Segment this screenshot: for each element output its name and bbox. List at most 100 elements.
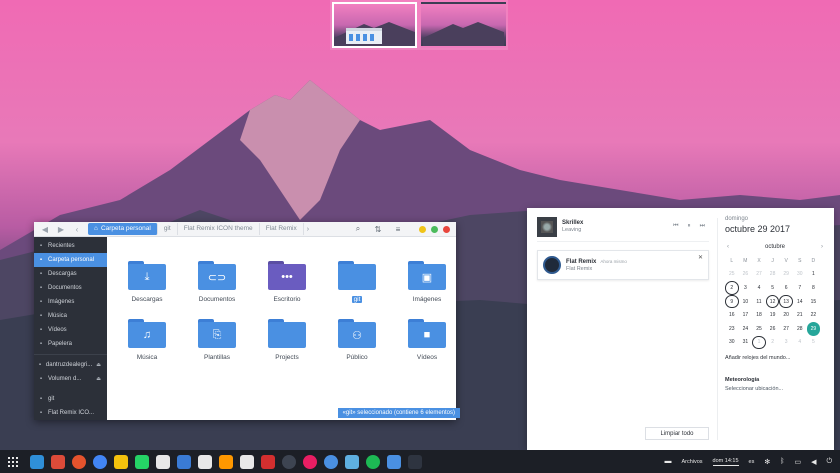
sidebar-item-3[interactable]: ▪ Documentos bbox=[34, 281, 107, 295]
close-button[interactable] bbox=[443, 225, 450, 233]
pause-icon[interactable]: ⏸ bbox=[688, 223, 691, 230]
calendar-day[interactable]: 29 bbox=[779, 268, 793, 282]
clear-all-button[interactable]: Limpiar todo bbox=[645, 427, 709, 440]
calendar-day[interactable]: 31 bbox=[739, 336, 753, 350]
calendar-day[interactable]: 4 bbox=[752, 281, 766, 295]
calendar-day[interactable]: 2 bbox=[725, 281, 739, 295]
dock-app-8-icon[interactable] bbox=[198, 454, 212, 469]
dock-app-2-icon[interactable] bbox=[72, 454, 86, 469]
calendar-day[interactable]: 8 bbox=[807, 281, 821, 295]
dock-app-5-icon[interactable] bbox=[135, 454, 149, 469]
file-item[interactable]: ⎘ Plantillas bbox=[182, 319, 252, 371]
display-icon[interactable]: ▭ bbox=[794, 458, 801, 466]
calendar-day[interactable]: 20 bbox=[779, 308, 793, 322]
calendar-day[interactable]: 6 bbox=[779, 281, 793, 295]
bluetooth-icon[interactable]: ᛒ bbox=[780, 458, 784, 465]
path-right-icon[interactable]: › bbox=[304, 226, 312, 233]
calendar-day[interactable]: 19 bbox=[766, 308, 780, 322]
sidebar-item-7[interactable]: ▪ Papelera bbox=[34, 337, 107, 351]
calendar-day[interactable]: 25 bbox=[725, 268, 739, 282]
dock-app-13-icon[interactable] bbox=[303, 454, 317, 469]
calendar-day[interactable]: 4 bbox=[793, 336, 807, 350]
back-icon[interactable]: ◀ bbox=[40, 223, 50, 235]
files-app-label[interactable]: Archivos bbox=[681, 459, 702, 465]
calendar-day[interactable]: 30 bbox=[725, 336, 739, 350]
file-item[interactable]: ■ Vídeos bbox=[392, 319, 462, 371]
calendar-day[interactable]: 5 bbox=[766, 281, 780, 295]
eject-icon[interactable]: ⏏ bbox=[96, 362, 101, 368]
sidebar-item-9[interactable]: ▪ Volumen d... ⏏ bbox=[34, 372, 107, 386]
dock-app-7-icon[interactable] bbox=[177, 454, 191, 469]
crumb-home[interactable]: ⌂ Carpeta personal bbox=[88, 223, 158, 235]
calendar-day[interactable]: 28 bbox=[793, 322, 807, 336]
calendar-day[interactable]: 24 bbox=[739, 322, 753, 336]
file-item[interactable]: ⤓ Descargas bbox=[112, 261, 182, 313]
file-item[interactable]: git bbox=[322, 261, 392, 313]
dock-app-9-icon[interactable] bbox=[219, 454, 233, 469]
dock-app-15-icon[interactable] bbox=[345, 454, 359, 469]
calendar-day[interactable]: 1 bbox=[807, 268, 821, 282]
show-apps-icon[interactable] bbox=[8, 456, 18, 467]
clock[interactable]: dom 14:15 bbox=[712, 458, 739, 466]
crumb-flat-remix[interactable]: Flat Remix bbox=[260, 223, 304, 235]
calendar-day[interactable]: 27 bbox=[779, 322, 793, 336]
sidebar-item-0[interactable]: ▪ Recientes bbox=[34, 239, 107, 253]
file-item[interactable]: ♫ Música bbox=[112, 319, 182, 371]
dock-app-4-icon[interactable] bbox=[114, 454, 128, 469]
file-item[interactable]: Projects bbox=[252, 319, 322, 371]
calendar-day[interactable]: 9 bbox=[725, 294, 739, 309]
dock-app-16-icon[interactable] bbox=[366, 454, 380, 469]
calendar-day[interactable]: 7 bbox=[793, 281, 807, 295]
select-location-link[interactable]: Seleccionar ubicación... bbox=[725, 386, 825, 392]
sidebar-item-8[interactable]: ▪ dantruzdealegri... ⏏ bbox=[34, 358, 107, 372]
calendar-day[interactable]: 30 bbox=[793, 268, 807, 282]
calendar-day[interactable]: 22 bbox=[807, 308, 821, 322]
calendar-day[interactable]: 3 bbox=[739, 281, 753, 295]
calendar-day[interactable]: 2 bbox=[766, 336, 780, 350]
dock-app-14-icon[interactable] bbox=[324, 454, 338, 469]
power-icon[interactable]: ⏻ bbox=[826, 458, 832, 466]
prev-month-icon[interactable]: ‹ bbox=[727, 244, 729, 250]
file-item[interactable]: ⊂⊃ Documentos bbox=[182, 261, 252, 313]
eject-icon[interactable]: ⏏ bbox=[96, 376, 101, 382]
file-item[interactable]: ••• Escritorio bbox=[252, 261, 322, 313]
dock-app-1-icon[interactable] bbox=[51, 454, 65, 469]
previous-icon[interactable]: ⏮ bbox=[673, 223, 678, 230]
calendar-day[interactable]: 5 bbox=[807, 336, 821, 350]
calendar-day[interactable]: 12 bbox=[765, 294, 780, 309]
calendar-day[interactable]: 13 bbox=[779, 294, 793, 309]
files-app-icon[interactable]: ▬ bbox=[664, 458, 671, 465]
calendar-day[interactable]: 17 bbox=[739, 308, 753, 322]
menu-icon[interactable]: ≡ bbox=[393, 225, 403, 234]
dock-app-6-icon[interactable] bbox=[156, 454, 170, 469]
sidebar-item-4[interactable]: ▪ Imágenes bbox=[34, 295, 107, 309]
calendar-day[interactable]: 3 bbox=[779, 336, 793, 350]
minimize-button[interactable] bbox=[419, 225, 426, 233]
calendar-day[interactable]: 21 bbox=[793, 308, 807, 322]
calendar-day[interactable]: 14 bbox=[793, 295, 807, 309]
sidebar-item-11[interactable]: ▪ Flat Remix ICO... bbox=[34, 406, 107, 420]
calendar-day[interactable]: 27 bbox=[752, 268, 766, 282]
volume-icon[interactable]: ◀ bbox=[811, 458, 816, 466]
calendar-day[interactable]: 10 bbox=[739, 295, 753, 309]
dock-app-12-icon[interactable] bbox=[282, 454, 296, 469]
dock-app-10-icon[interactable] bbox=[240, 454, 254, 469]
close-icon[interactable]: ✕ bbox=[698, 254, 703, 261]
sidebar-item-10[interactable]: ▪ git bbox=[34, 392, 107, 406]
workspace-thumbnail-2[interactable] bbox=[421, 2, 506, 48]
view-options-icon[interactable]: ⇅ bbox=[373, 225, 383, 234]
calendar-day[interactable]: 15 bbox=[807, 295, 821, 309]
path-left-icon[interactable]: ‹ bbox=[72, 223, 82, 235]
dock-app-11-icon[interactable] bbox=[261, 454, 275, 469]
crumb-flat-remix-icon-theme[interactable]: Flat Remix ICON theme bbox=[178, 223, 260, 235]
next-month-icon[interactable]: › bbox=[821, 244, 823, 250]
sidebar-item-1[interactable]: ▪ Carpeta personal bbox=[34, 253, 107, 267]
dock-app-0-icon[interactable] bbox=[30, 454, 44, 469]
calendar-day[interactable]: 28 bbox=[766, 268, 780, 282]
calendar-day[interactable]: 1 bbox=[752, 335, 766, 350]
calendar-day[interactable]: 11 bbox=[752, 295, 766, 309]
dock-app-3-icon[interactable] bbox=[93, 454, 107, 469]
calendar-day[interactable]: 29 bbox=[806, 321, 821, 336]
file-item[interactable]: ⚇ Público bbox=[322, 319, 392, 371]
maximize-button[interactable] bbox=[431, 225, 438, 233]
